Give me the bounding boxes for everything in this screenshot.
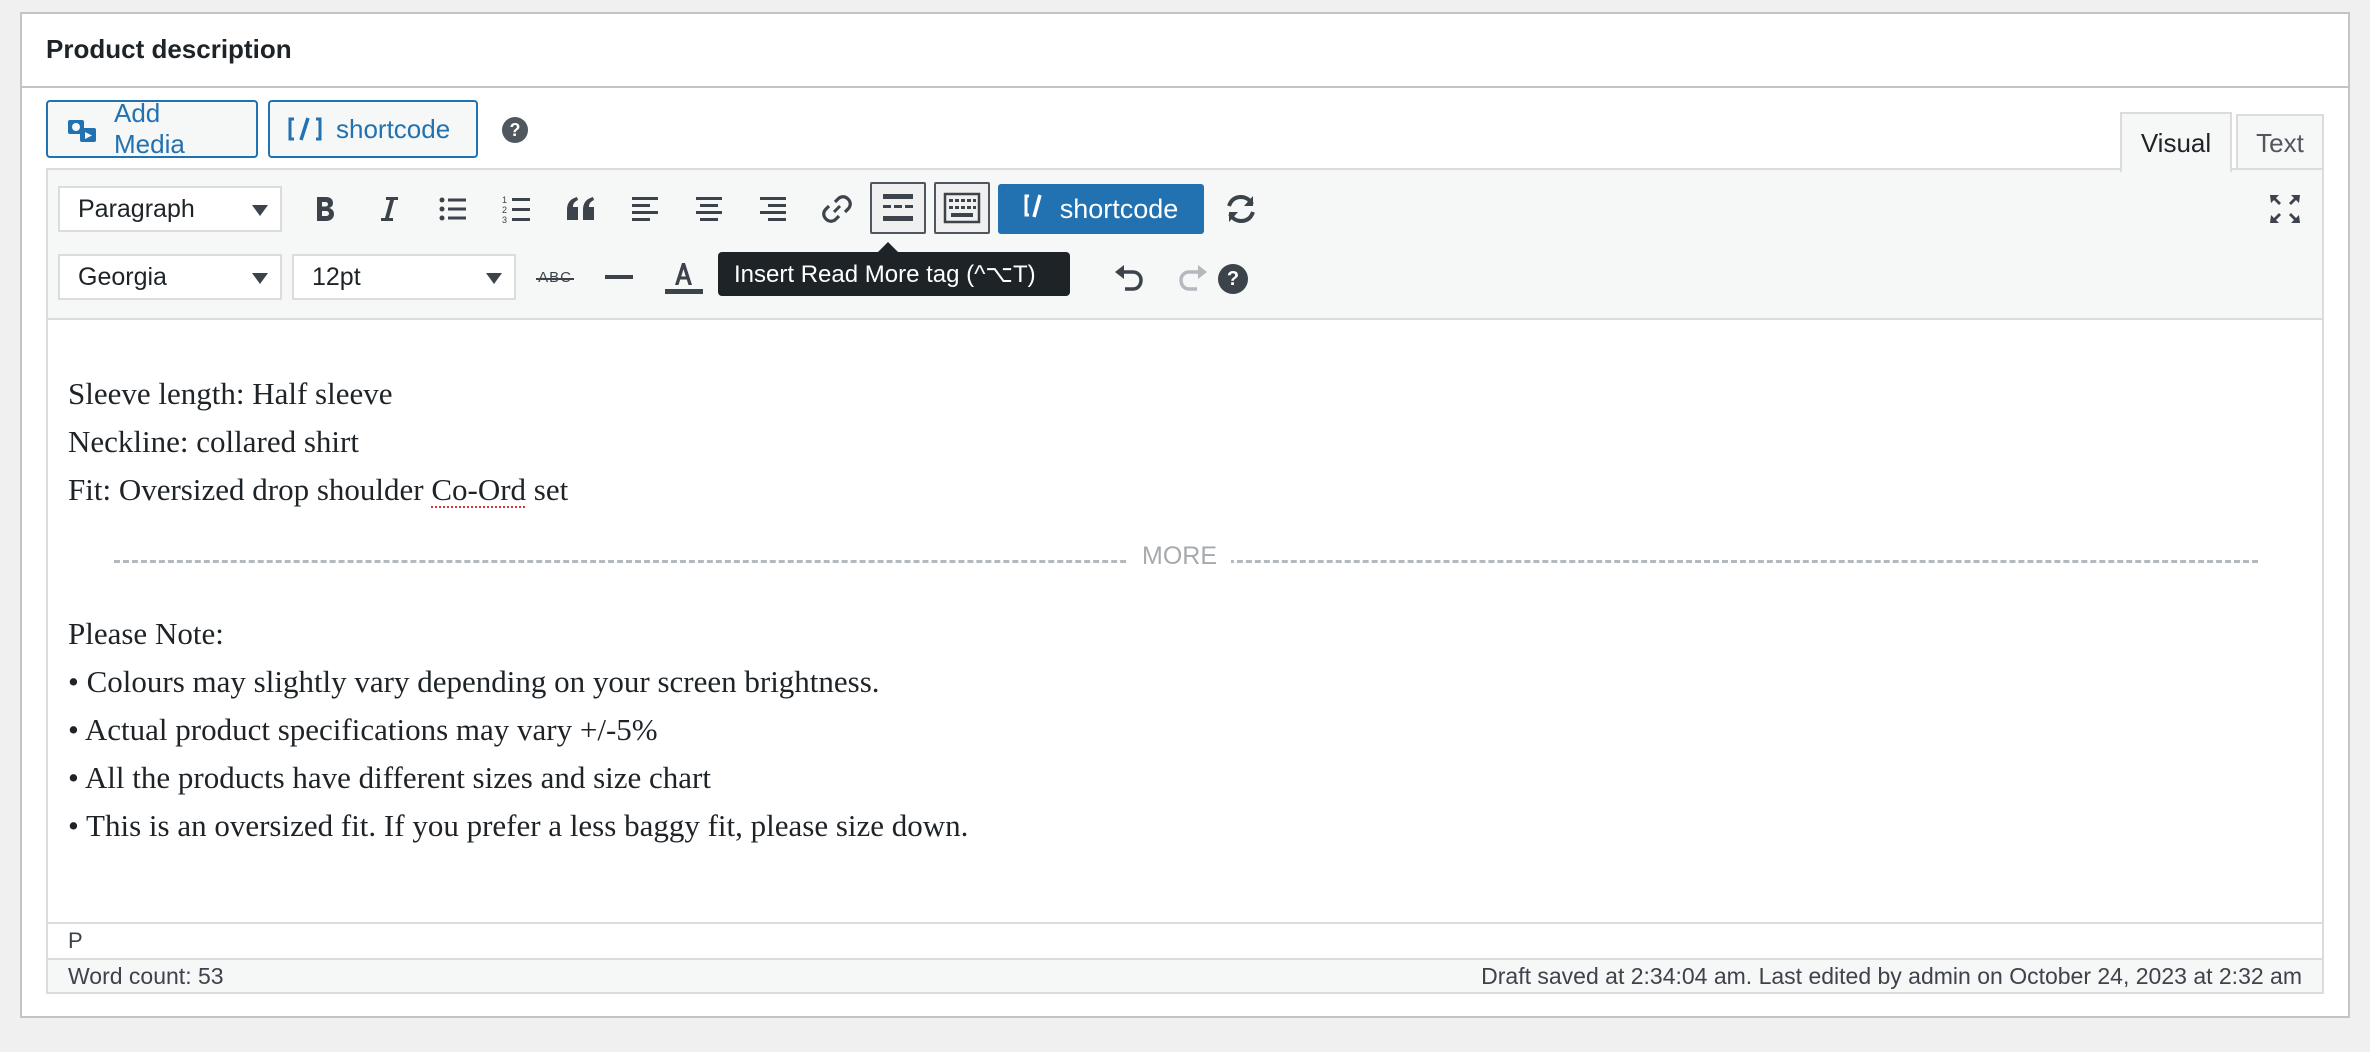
align-center-button[interactable] [684, 184, 734, 234]
keyboard-shortcuts-help-icon[interactable]: ? [1218, 264, 1248, 294]
toolbar-toggle-button[interactable] [934, 182, 990, 234]
chevron-down-icon [252, 273, 268, 284]
add-media-label: Add Media [114, 98, 185, 159]
font-size-select[interactable]: 12pt [292, 254, 516, 300]
svg-text:2: 2 [502, 205, 507, 215]
strikethrough-icon: ABC [536, 269, 574, 286]
content-line-fit: Fit: Oversized drop shoulder Co-Ord set [68, 472, 568, 508]
font-family-select[interactable]: Georgia [58, 254, 282, 300]
refresh-icon [1223, 192, 1259, 226]
content-line-neckline: Neckline: collared shirt [68, 424, 359, 459]
chevron-down-icon [486, 273, 502, 284]
horizontal-line-button[interactable] [594, 252, 644, 302]
redo-icon [1177, 262, 1209, 292]
misspelled-word[interactable]: Co-Ord [431, 472, 526, 507]
shortcode-media-label: shortcode [336, 113, 451, 144]
bulleted-list-button[interactable] [428, 184, 478, 234]
word-count: Word count: 53 [68, 962, 224, 989]
bold-button[interactable] [300, 184, 350, 234]
bold-icon [312, 194, 338, 224]
text-color-icon [663, 257, 703, 297]
add-media-icon [66, 114, 100, 144]
element-path-item[interactable]: P [68, 928, 83, 954]
horizontal-line-icon [605, 274, 633, 280]
redo-button[interactable] [1168, 252, 1218, 302]
read-more-icon [881, 192, 915, 224]
svg-text:1: 1 [502, 195, 507, 205]
format-select-value: Paragraph [78, 194, 195, 223]
bulleted-list-icon [438, 195, 468, 223]
format-select[interactable]: Paragraph [58, 186, 282, 232]
svg-text:3: 3 [502, 215, 507, 224]
undo-button[interactable] [1104, 252, 1154, 302]
undo-icon [1113, 262, 1145, 292]
read-more-button[interactable] [870, 182, 926, 234]
editor-content[interactable]: Sleeve length: Half sleeve Neckline: col… [48, 320, 2322, 922]
text-color-button[interactable] [658, 252, 708, 302]
insert-link-button[interactable] [812, 184, 862, 234]
shortcode-icon [1024, 193, 1052, 226]
content-line-sleeve: Sleeve length: Half sleeve [68, 376, 393, 411]
content-line-bullet-2: • Actual product specifications may vary… [68, 712, 658, 747]
element-path: P [48, 922, 2322, 958]
align-right-button[interactable] [748, 184, 798, 234]
content-line-bullet-4: • This is an oversized fit. If you prefe… [68, 808, 969, 843]
add-media-button[interactable]: Add Media [46, 98, 258, 159]
link-icon [821, 193, 853, 225]
more-tag-label: MORE [1128, 542, 1231, 571]
blockquote-button[interactable] [556, 184, 606, 234]
editor-toolbar: Paragraph 123 shortcode Georgia 12pt ? I… [48, 170, 2322, 320]
shortcode-icon [288, 115, 322, 143]
refresh-button[interactable] [1216, 184, 1266, 234]
content-line-bullet-3: • All the products have different sizes … [68, 760, 711, 795]
font-size-value: 12pt [312, 262, 361, 291]
content-line-bullet-1: • Colours may slightly vary depending on… [68, 664, 880, 699]
fullscreen-icon [2268, 193, 2302, 225]
metabox-header: Product description [22, 14, 2348, 88]
fit-text: Fit: Oversized drop shoulder [68, 472, 432, 507]
read-more-tooltip: Insert Read More tag (^⌥T) [718, 242, 1070, 296]
italic-icon [376, 194, 402, 224]
align-center-icon [694, 195, 724, 223]
shortcode-toolbar-label: shortcode [1059, 193, 1179, 224]
draft-status: Draft saved at 2:34:04 am. Last edited b… [1481, 962, 2302, 989]
keyboard-icon [943, 192, 981, 224]
fit-text-end: set [526, 472, 569, 507]
tab-text[interactable]: Text [2236, 114, 2324, 170]
align-right-icon [758, 195, 788, 223]
align-left-icon [630, 195, 660, 223]
shortcode-media-button[interactable]: shortcode [268, 100, 478, 158]
tab-visual[interactable]: Visual [2120, 112, 2232, 172]
chevron-down-icon [252, 205, 268, 216]
font-family-value: Georgia [78, 262, 167, 291]
content-line-note: Please Note: [68, 616, 224, 651]
fullscreen-button[interactable] [2260, 184, 2310, 234]
strikethrough-button[interactable]: ABC [530, 252, 580, 302]
editor: Paragraph 123 shortcode Georgia 12pt ? I… [46, 168, 2324, 994]
numbered-list-icon: 123 [502, 194, 532, 224]
quote-icon [565, 196, 597, 222]
align-left-button[interactable] [620, 184, 670, 234]
numbered-list-button[interactable]: 123 [492, 184, 542, 234]
media-help-icon[interactable]: ? [502, 117, 528, 143]
editor-status-bar: Word count: 53 Draft saved at 2:34:04 am… [48, 958, 2322, 992]
metabox-title: Product description [46, 34, 292, 64]
italic-button[interactable] [364, 184, 414, 234]
shortcode-toolbar-button[interactable]: shortcode [998, 184, 1204, 234]
